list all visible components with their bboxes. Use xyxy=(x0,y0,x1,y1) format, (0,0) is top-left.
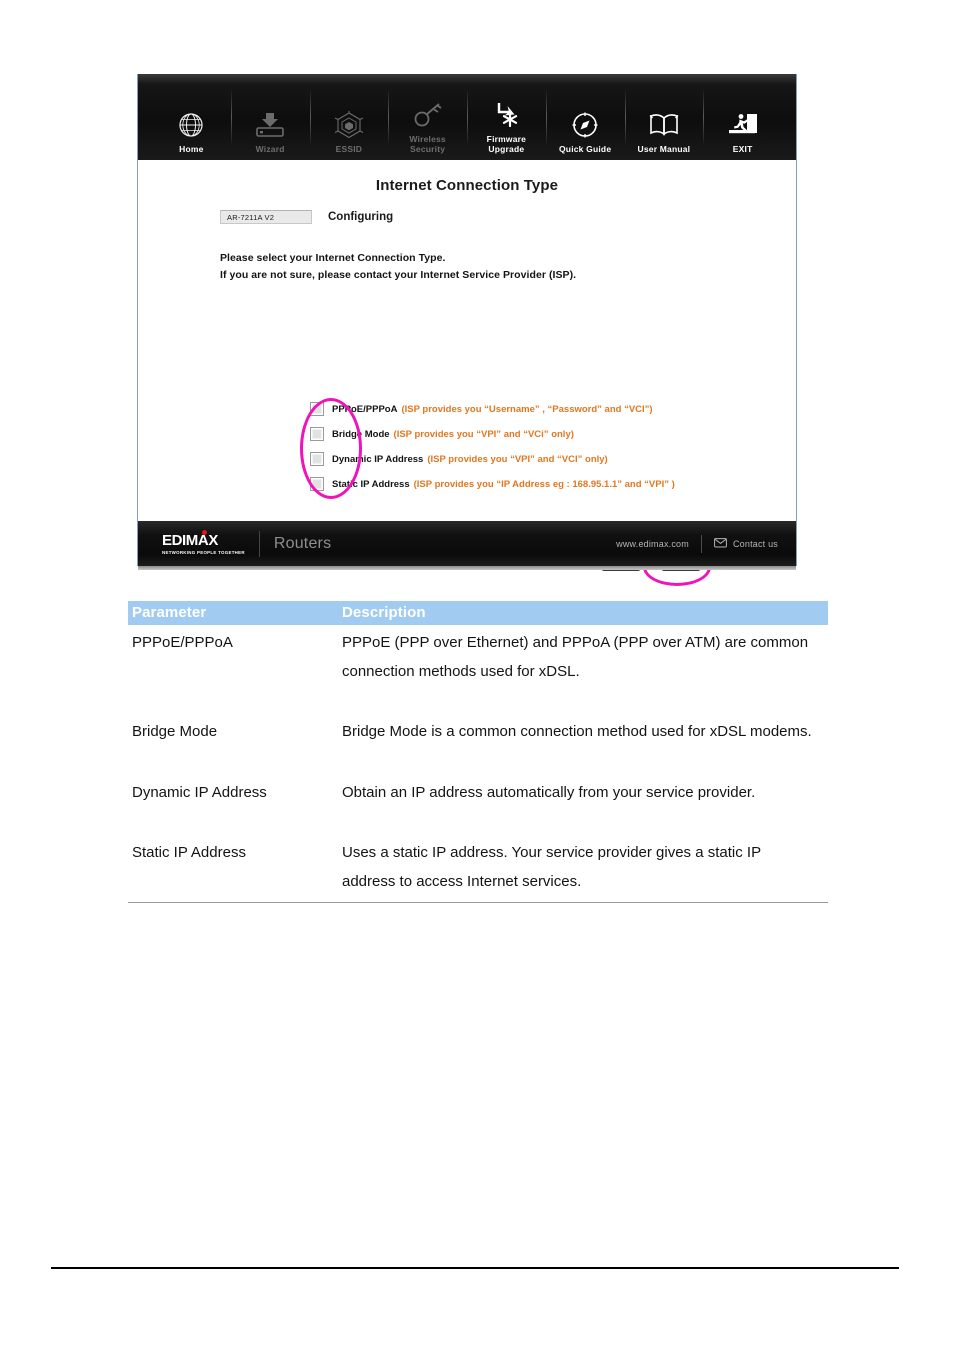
nav-label-quick-guide: Quick Guide xyxy=(558,143,612,154)
brand-tagline: NETWORKING PEOPLE TOGETHER xyxy=(162,549,245,555)
envelope-icon xyxy=(714,535,727,553)
column-header-parameter: Parameter xyxy=(128,601,338,625)
instructions-text: Please select your Internet Connection T… xyxy=(220,250,576,284)
firmware-upgrade-icon xyxy=(490,98,522,132)
nav-item-wireless-security[interactable]: Wireless Security xyxy=(388,74,467,160)
nav-item-home[interactable]: Home xyxy=(152,74,231,160)
nav-label-home: Home xyxy=(179,143,204,154)
option-label-dynamic-ip-address: Dynamic IP Address xyxy=(332,453,424,465)
checkbox-static-ip-address[interactable] xyxy=(310,477,324,491)
compass-icon xyxy=(570,108,600,142)
table-row: PPPoE/PPPoA PPPoE (PPP over Ethernet) an… xyxy=(128,625,828,714)
model-status-row: AR-7211A V2 Configuring xyxy=(220,210,393,224)
footer-divider xyxy=(258,530,260,557)
router-page-body: Internet Connection Type AR-7211A V2 Con… xyxy=(138,160,796,586)
option-hint-dynamic-ip-address: (ISP provides you “VPI” and “VCI” only) xyxy=(427,453,608,465)
connection-type-options: PPPoE/PPPoA (ISP provides you “Username”… xyxy=(310,401,675,501)
router-top-navigation: Home Wizard ESSID Wireless Security Firm… xyxy=(138,74,796,164)
checkbox-pppoe-pppoa[interactable] xyxy=(310,402,324,416)
instruction-line-1: Please select your Internet Connection T… xyxy=(220,252,446,264)
table-header-row: Parameter Description xyxy=(128,601,828,625)
option-hint-static-ip-address: (ISP provides you “IP Address eg : 168.9… xyxy=(413,478,675,490)
footer-link-divider xyxy=(700,534,702,553)
cell-parameter: Static IP Address xyxy=(128,835,338,903)
parameter-description-table: Parameter Description PPPoE/PPPoA PPPoE … xyxy=(128,601,828,903)
option-label-bridge-mode: Bridge Mode xyxy=(332,428,390,440)
wizard-download-icon xyxy=(254,108,286,142)
option-pppoe-pppoa[interactable]: PPPoE/PPPoA (ISP provides you “Username”… xyxy=(310,401,675,417)
instruction-line-2: If you are not sure, please contact your… xyxy=(220,269,577,281)
nav-item-user-manual[interactable]: User Manual xyxy=(624,74,704,160)
table-row: Bridge Mode Bridge Mode is a common conn… xyxy=(128,714,828,775)
cell-parameter: PPPoE/PPPoA xyxy=(132,634,233,651)
edimax-logo: EDIMAX NETWORKING PEOPLE TOGETHER xyxy=(162,529,245,555)
page-bottom-rule xyxy=(51,1267,899,1269)
configuring-status: Configuring xyxy=(328,211,394,223)
table-row: Static IP Address Uses a static IP addre… xyxy=(128,835,828,903)
nav-item-exit[interactable]: EXIT xyxy=(703,74,782,160)
option-static-ip-address[interactable]: Static IP Address (ISP provides you “IP … xyxy=(310,476,675,492)
logo-dot-icon xyxy=(202,529,207,535)
globe-icon xyxy=(176,108,206,142)
nav-label-exit: EXIT xyxy=(732,143,753,154)
key-icon xyxy=(412,98,444,132)
model-name-field: AR-7211A V2 xyxy=(220,210,312,224)
nav-label-firmware-upgrade: Firmware Upgrade xyxy=(486,134,527,154)
nav-item-quick-guide[interactable]: Quick Guide xyxy=(545,74,625,160)
option-label-pppoe-pppoa: PPPoE/PPPoA xyxy=(332,403,398,415)
nav-item-firmware-upgrade[interactable]: Firmware Upgrade xyxy=(467,74,546,160)
exit-running-man-icon xyxy=(727,108,759,142)
option-hint-pppoe-pppoa: (ISP provides you “Username” , “Password… xyxy=(401,403,653,415)
product-category: Routers xyxy=(273,534,332,552)
nav-label-user-manual: User Manual xyxy=(637,143,691,154)
option-label-static-ip-address: Static IP Address xyxy=(332,478,410,490)
option-bridge-mode[interactable]: Bridge Mode (ISP provides you “VPI” and … xyxy=(310,426,675,442)
footer-links: www.edimax.com Contact us xyxy=(616,534,778,553)
nav-label-essid: ESSID xyxy=(335,143,363,154)
checkbox-dynamic-ip-address[interactable] xyxy=(310,452,324,466)
column-header-description: Description xyxy=(338,601,828,625)
nav-item-essid[interactable]: ESSID xyxy=(309,74,389,160)
cell-description: PPPoE (PPP over Ethernet) and PPPoA (PPP… xyxy=(342,634,809,680)
contact-us-link[interactable]: Contact us xyxy=(714,535,778,553)
contact-us-label: Contact us xyxy=(732,538,778,549)
essid-web-icon xyxy=(333,108,365,142)
website-link[interactable]: www.edimax.com xyxy=(616,539,689,549)
open-book-icon xyxy=(646,108,682,142)
cell-parameter: Bridge Mode xyxy=(132,723,218,740)
option-hint-bridge-mode: (ISP provides you “VPI” and “VCi” only) xyxy=(393,428,574,440)
cell-description: Uses a static IP address. Your service p… xyxy=(338,835,828,903)
option-dynamic-ip-address[interactable]: Dynamic IP Address (ISP provides you “VP… xyxy=(310,451,675,467)
page-title: Internet Connection Type xyxy=(375,177,559,194)
cell-description: Bridge Mode is a common connection metho… xyxy=(342,723,812,740)
router-footer: EDIMAX NETWORKING PEOPLE TOGETHER Router… xyxy=(138,521,796,570)
router-ui-screenshot: Home Wizard ESSID Wireless Security Firm… xyxy=(137,74,797,586)
cell-description: Obtain an IP address automatically from … xyxy=(342,783,756,801)
nav-item-wizard[interactable]: Wizard xyxy=(230,74,310,160)
brand-name: EDIMAX xyxy=(162,531,218,549)
cell-parameter: Dynamic IP Address xyxy=(132,783,267,801)
nav-label-wizard: Wizard xyxy=(255,143,285,154)
checkbox-bridge-mode[interactable] xyxy=(310,427,324,441)
table-row: Dynamic IP Address Obtain an IP address … xyxy=(128,775,828,836)
nav-label-wireless-security: Wireless Security xyxy=(409,134,446,154)
